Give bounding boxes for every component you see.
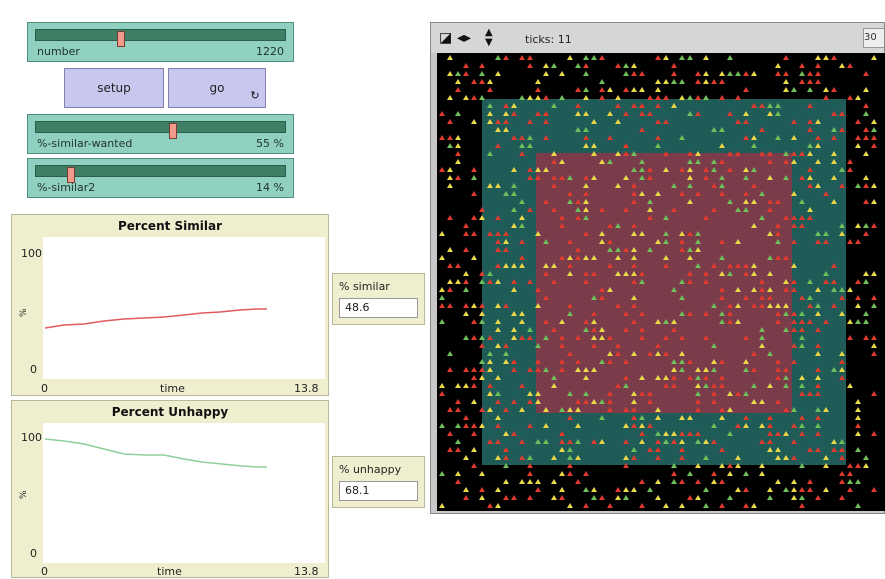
plot-area xyxy=(43,237,325,379)
monitor-value: 48.6 xyxy=(339,298,418,318)
slider-label: %-similar-wanted xyxy=(37,137,133,150)
x-max-label: 13.8 xyxy=(294,565,319,578)
x-min-label: 0 xyxy=(41,382,48,395)
slider-knob[interactable] xyxy=(116,31,125,47)
world-grid[interactable] xyxy=(437,53,885,511)
monitor-label: % unhappy xyxy=(339,463,402,476)
y-min-label: 0 xyxy=(30,363,37,376)
setup-button-label: setup xyxy=(97,81,131,95)
view-toolbar: ◪ ◂▸ ▲ ▼ ticks: 11 30 xyxy=(431,23,884,53)
vertical-arrows-icon[interactable]: ▲ ▼ xyxy=(485,28,493,48)
go-button-label: go xyxy=(209,81,225,95)
plot-percent-unhappy: Percent Unhappy 100 0 % 0 time 13.8 xyxy=(11,400,329,578)
monitor-percent-similar: % similar 48.6 xyxy=(332,273,425,325)
slider-similar2[interactable]: %-similar2 14 % xyxy=(27,158,294,198)
y-max-label: 100 xyxy=(21,247,42,260)
plot-canvas: 100 0 % 0 time 13.8 xyxy=(19,237,325,395)
monitor-percent-unhappy: % unhappy 68.1 xyxy=(332,456,425,508)
slider-value: 14 % xyxy=(256,181,284,194)
slider-value: 55 % xyxy=(256,137,284,150)
y-max-label: 100 xyxy=(21,431,42,444)
plot-canvas: 100 0 % 0 time 13.8 xyxy=(19,423,325,578)
slider-similar-wanted[interactable]: %-similar-wanted 55 % xyxy=(27,114,294,154)
plot-percent-similar: Percent Similar 100 0 % 0 time 13.8 xyxy=(11,214,329,396)
edit-icon[interactable]: ◪ xyxy=(439,31,452,45)
x-min-label: 0 xyxy=(41,565,48,578)
horizontal-arrows-icon[interactable]: ◂▸ xyxy=(457,31,471,45)
x-axis-label: time xyxy=(157,565,182,578)
setup-button[interactable]: setup xyxy=(64,68,164,108)
speed-field[interactable]: 30 xyxy=(863,28,884,48)
world-view-window: ◪ ◂▸ ▲ ▼ ticks: 11 30 xyxy=(430,22,885,514)
y-axis-label: % xyxy=(19,490,29,499)
slider-track[interactable] xyxy=(35,165,286,183)
slider-knob[interactable] xyxy=(168,123,177,139)
x-max-label: 13.8 xyxy=(294,382,319,395)
forever-loop-icon: ↻ xyxy=(250,89,260,102)
y-axis-label: % xyxy=(19,308,29,317)
slider-track[interactable] xyxy=(35,121,286,139)
go-button[interactable]: go ↻ xyxy=(168,68,266,108)
world-canvas[interactable] xyxy=(437,53,885,511)
x-axis-label: time xyxy=(160,382,185,395)
monitor-value: 68.1 xyxy=(339,481,418,501)
ticks-counter: ticks: 11 xyxy=(525,33,572,46)
slider-number[interactable]: number 1220 xyxy=(27,22,294,62)
y-min-label: 0 xyxy=(30,547,37,560)
slider-label: %-similar2 xyxy=(37,181,96,194)
inner-patch-region xyxy=(536,153,792,413)
monitor-label: % similar xyxy=(339,280,390,293)
slider-value: 1220 xyxy=(256,45,284,58)
slider-label: number xyxy=(37,45,80,58)
slider-track[interactable] xyxy=(35,29,286,47)
